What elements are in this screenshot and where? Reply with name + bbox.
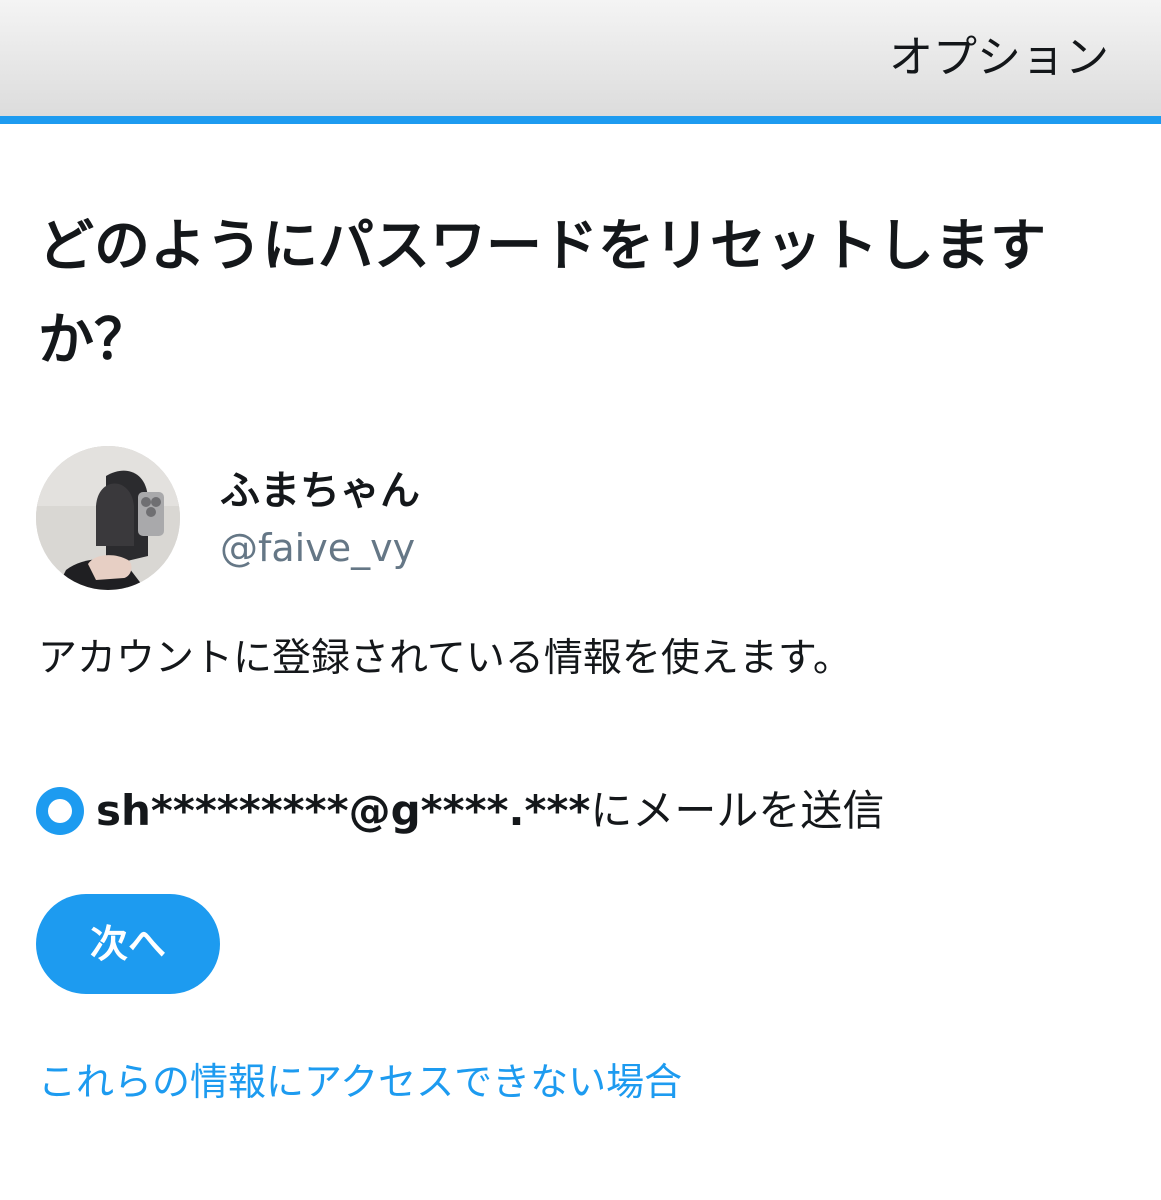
radio-dot: [48, 799, 72, 823]
email-reset-option[interactable]: sh*********@g****.***にメールを送信: [36, 780, 884, 842]
next-button[interactable]: 次へ: [36, 894, 220, 994]
page-title: どのようにパスワードをリセットしますか？: [38, 214, 1046, 373]
email-option-label: sh*********@g****.***にメールを送信: [96, 781, 884, 841]
avatar-photo: [36, 446, 180, 590]
options-button[interactable]: オプション: [889, 30, 1109, 86]
info-text: アカウントに登録されている情報を使えます。: [38, 636, 852, 681]
cannot-access-link[interactable]: これらの情報にアクセスできない場合: [38, 1054, 682, 1110]
masked-email: sh*********@g****.***: [96, 786, 591, 835]
avatar: [36, 446, 180, 590]
top-bar: オプション: [0, 0, 1161, 116]
accent-bar: [0, 116, 1161, 124]
email-option-suffix: にメールを送信: [590, 786, 885, 835]
radio-selected-icon[interactable]: [36, 787, 84, 835]
display-name: ふまちゃん: [220, 468, 420, 514]
account-handle: @faive_vy: [220, 526, 416, 570]
